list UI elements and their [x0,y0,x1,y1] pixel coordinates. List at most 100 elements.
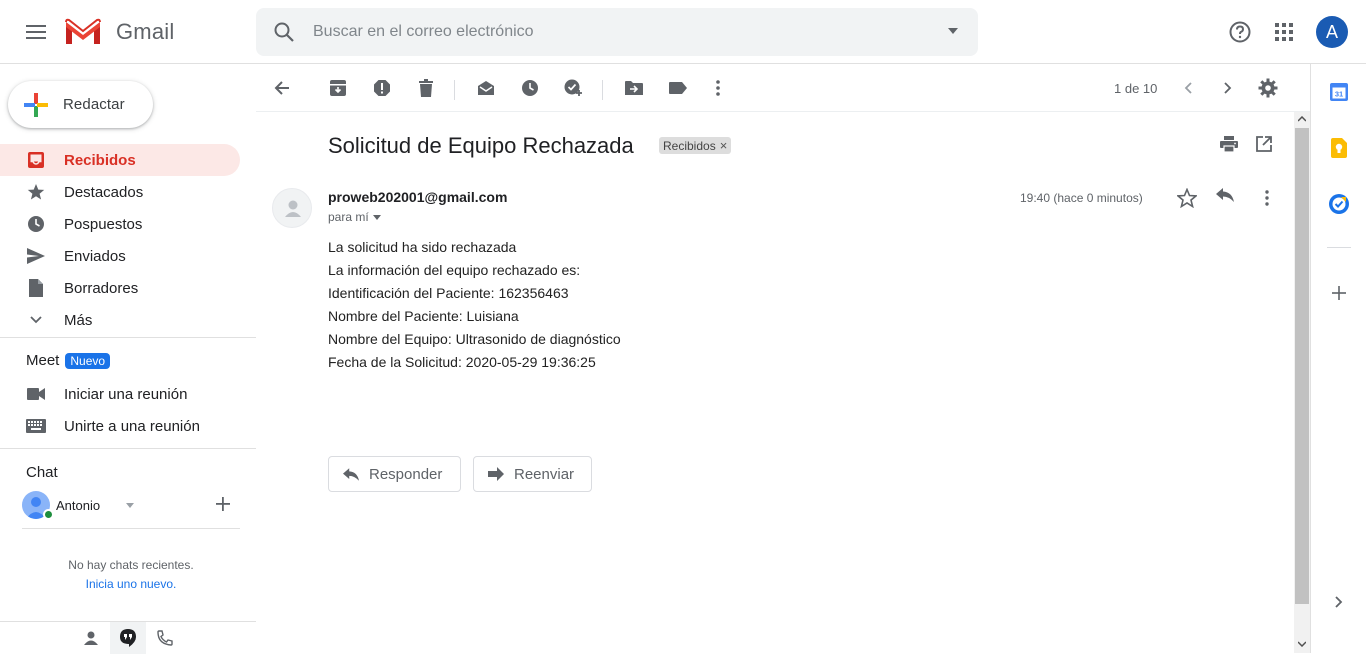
mark-unread-icon [478,81,494,95]
sender-email[interactable]: proweb202001@gmail.com [328,189,507,205]
keyboard-icon [26,416,46,436]
add-task-icon [564,79,582,96]
body-line: La solicitud ha sido rechazada [328,239,517,255]
archive-button[interactable] [326,76,350,100]
newer-button[interactable] [1176,76,1200,100]
get-addons-button[interactable] [1329,283,1349,303]
search-icon[interactable] [272,20,296,44]
labels-button[interactable] [666,76,690,100]
tasks-app-button[interactable] [1329,194,1349,214]
sidebar-item-pospuestos[interactable]: Pospuestos [0,208,240,240]
phone-icon [157,630,173,646]
hangouts-tab[interactable] [110,622,146,654]
move-to-folder-icon [625,81,643,95]
meet-item-label: Iniciar una reunión [64,385,188,403]
search-input[interactable]: Buscar en el correo electrónico [313,23,534,41]
compose-label: Redactar [63,96,125,113]
message-more-button[interactable] [1257,188,1277,208]
trash-icon [419,79,433,97]
sidebar-item-label: Enviados [64,247,126,265]
back-button[interactable] [270,76,294,100]
report-spam-button[interactable] [370,76,394,100]
online-status-dot [43,509,54,520]
phone-tab[interactable] [147,622,183,654]
meet-join-meeting[interactable]: Unirte a una reunión [0,410,240,442]
delete-button[interactable] [414,76,438,100]
sidebar-item-destacados[interactable]: Destacados [0,176,240,208]
side-panel-divider [1327,247,1351,248]
more-actions-button[interactable] [706,76,730,100]
chevron-right-icon [1335,596,1343,608]
reply-button[interactable] [1216,188,1234,202]
sidebar-item-label: Destacados [64,183,144,201]
compose-plus-icon [24,92,48,117]
sidebar-item-enviados[interactable]: Enviados [0,240,240,272]
calendar-app-button[interactable]: 31 [1329,82,1349,102]
report-spam-icon [374,80,390,96]
chat-user-status[interactable]: Antonio [22,490,242,520]
top-bar: Gmail Buscar en el correo electrónico A [0,0,1366,64]
account-avatar[interactable]: A [1316,16,1348,48]
new-chat-plus-icon[interactable] [214,495,232,513]
scroll-down-arrow-icon[interactable] [1298,641,1306,647]
help-button[interactable] [1220,14,1260,50]
add-to-tasks-button[interactable] [562,76,586,100]
older-button[interactable] [1216,76,1240,100]
message-scrollbar[interactable] [1294,112,1310,653]
sidebar-divider [0,448,256,449]
forward-action-button[interactable]: Reenviar [473,456,592,492]
no-recent-chats-text: No hay chats recientes. [68,558,194,572]
sidebar-item-mas[interactable]: Más [0,304,240,336]
hamburger-menu-icon [26,25,46,39]
open-new-window-button[interactable] [1256,136,1272,152]
chat-section-title: Chat [26,464,58,481]
scroll-up-arrow-icon[interactable] [1298,116,1306,122]
printer-icon [1220,136,1238,152]
left-sidebar: Redactar Recibidos Destacados Pospuestos… [0,64,256,654]
hangouts-icon [120,629,136,647]
chevron-left-icon [1184,82,1192,94]
label-chip[interactable]: Recibidos × [659,137,732,154]
main-menu-button[interactable] [18,14,54,50]
sidebar-item-borradores[interactable]: Borradores [0,272,240,304]
settings-button[interactable] [1256,76,1280,100]
search-bar[interactable]: Buscar en el correo electrónico [256,8,978,56]
message-toolbar: 1 de 10 [256,64,1310,112]
sidebar-item-recibidos[interactable]: Recibidos [0,144,240,176]
mark-unread-button[interactable] [474,76,498,100]
snooze-button[interactable] [518,76,542,100]
keep-app-button[interactable] [1329,138,1349,158]
show-side-panel-button[interactable] [1329,592,1349,612]
scrollbar-thumb[interactable] [1295,128,1309,604]
email-subject: Solicitud de Equipo Rechazada [328,133,634,158]
keep-lightbulb-icon [1331,138,1347,158]
chevron-down-icon[interactable] [372,214,381,220]
compose-button[interactable]: Redactar [8,81,153,128]
chat-footer-tabs [0,621,256,654]
archive-icon [330,80,346,96]
print-all-button[interactable] [1220,136,1238,152]
remove-label-icon[interactable]: × [720,138,728,153]
message-view: Solicitud de Equipo Rechazada Recibidos … [256,112,1294,653]
reply-action-button[interactable]: Responder [328,456,461,492]
search-options-icon[interactable] [948,28,958,34]
recipient-details[interactable]: para mí [328,210,381,224]
gmail-logo[interactable]: Gmail [64,16,174,48]
toolbar-separator [454,80,455,100]
more-vert-icon [1265,190,1269,206]
google-apps-button[interactable] [1264,14,1304,50]
email-body: La solicitud ha sido rechazada La inform… [328,236,621,374]
gmail-m-icon [65,18,101,44]
meet-start-meeting[interactable]: Iniciar una reunión [0,378,240,410]
move-to-button[interactable] [622,76,646,100]
meet-section-title: Meet Nuevo [26,352,111,369]
reply-icon [343,467,359,481]
sidebar-item-label: Borradores [64,279,139,297]
apps-grid-icon [1275,23,1293,41]
calendar-icon: 31 [1330,83,1348,101]
star-button[interactable] [1177,188,1197,208]
recipient-text: para mí [328,210,369,224]
contacts-tab[interactable] [73,622,109,654]
start-new-chat-link[interactable]: Inicia uno nuevo. [0,577,262,591]
status-dropdown-icon[interactable] [126,502,135,508]
